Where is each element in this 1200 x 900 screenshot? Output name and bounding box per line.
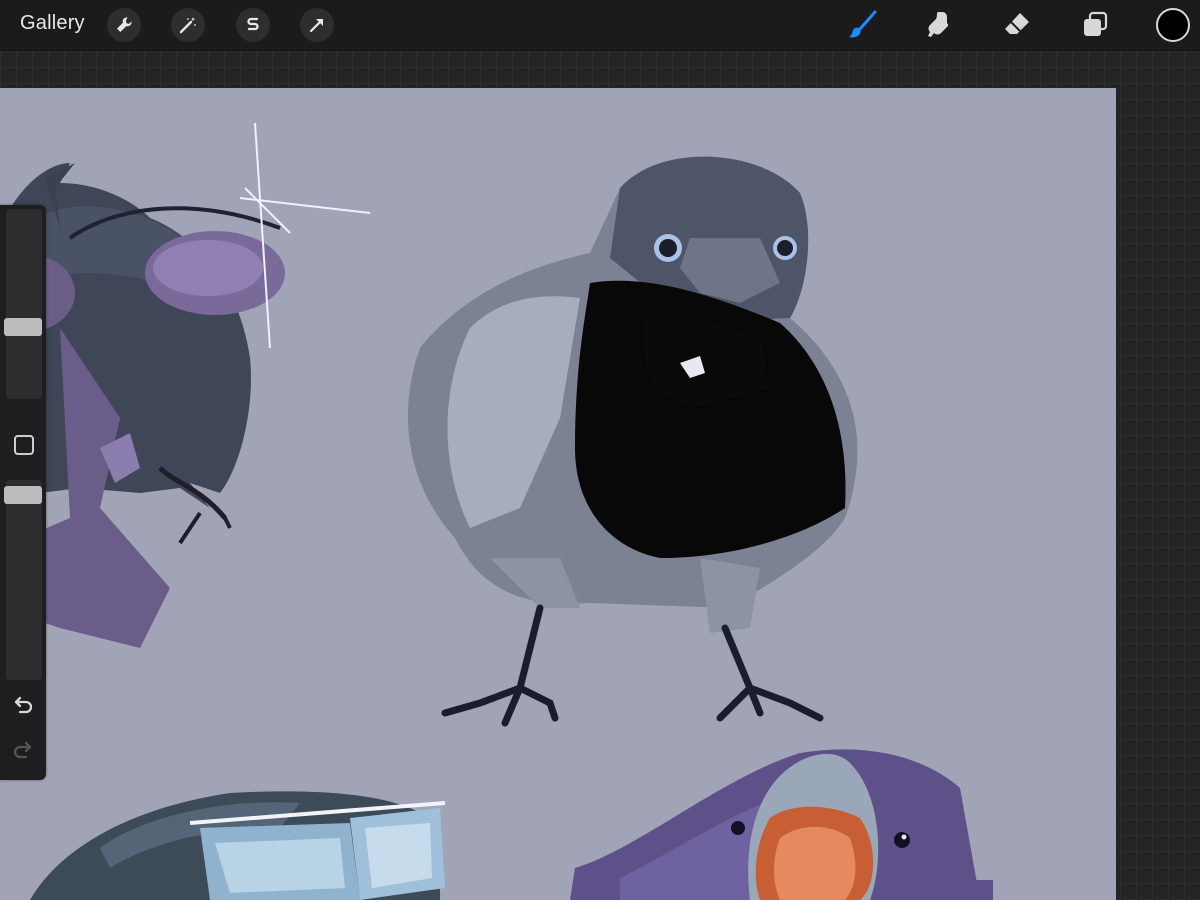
transform-button[interactable] — [300, 8, 334, 42]
selection-button[interactable] — [236, 8, 270, 42]
layers-icon — [1084, 11, 1108, 36]
wrench-icon — [117, 17, 132, 32]
brush-size-slider-track[interactable] — [6, 209, 42, 399]
left-sidebar — [0, 205, 46, 780]
eraser-tool-button[interactable] — [1000, 8, 1034, 42]
layers-button[interactable] — [1078, 8, 1112, 42]
artwork — [0, 88, 1116, 900]
adjustments-button[interactable] — [171, 8, 205, 42]
selection-s-icon — [247, 17, 259, 31]
drawing-canvas[interactable] — [0, 88, 1116, 900]
brush-tool-button[interactable] — [845, 8, 879, 42]
move-arrow-icon — [309, 18, 324, 33]
smudge-icon — [928, 12, 949, 37]
gallery-button[interactable]: Gallery — [20, 12, 85, 35]
opacity-slider-track[interactable] — [6, 480, 42, 680]
redo-icon[interactable] — [12, 740, 34, 762]
undo-icon[interactable] — [12, 695, 34, 717]
color-picker-button[interactable] — [1156, 8, 1190, 42]
brush-size-slider-thumb[interactable] — [4, 318, 42, 336]
eraser-icon — [1005, 13, 1029, 34]
top-toolbar: Gallery — [0, 0, 1200, 51]
modify-square-icon[interactable] — [14, 435, 34, 455]
smudge-tool-button[interactable] — [922, 8, 956, 42]
actions-wrench-button[interactable] — [107, 8, 141, 42]
brush-icon — [849, 10, 877, 38]
magic-wand-icon — [179, 17, 196, 34]
opacity-slider-thumb[interactable] — [4, 485, 42, 504]
